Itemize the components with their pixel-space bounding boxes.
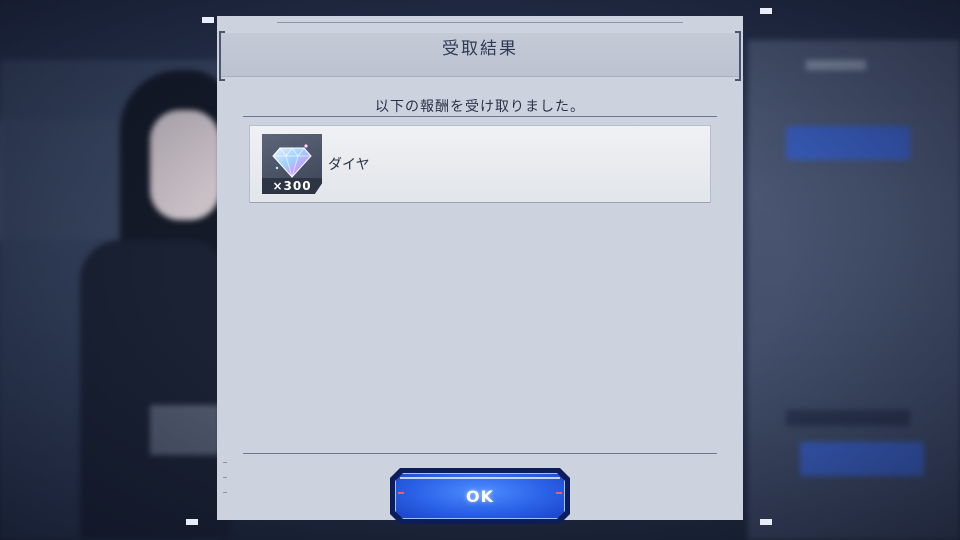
reward-item-icon[interactable]: ×300 bbox=[262, 134, 322, 194]
reward-list-item: ×300 ダイヤ bbox=[250, 126, 710, 202]
dialog-title: 受取結果 bbox=[442, 39, 518, 59]
reward-item-name: ダイヤ bbox=[328, 157, 370, 173]
divider-top bbox=[243, 116, 717, 117]
divider-bottom bbox=[243, 453, 717, 454]
ok-button-highlight bbox=[400, 477, 560, 479]
frame-corner-mark bbox=[760, 519, 772, 525]
reward-quantity: ×300 bbox=[262, 178, 322, 194]
dialog-message: 以下の報酬を受け取りました。 bbox=[375, 99, 585, 115]
side-tick-marks bbox=[223, 462, 227, 507]
frame-corner-mark bbox=[760, 8, 772, 14]
ok-button[interactable]: OK bbox=[390, 468, 570, 524]
diamond-gem-icon bbox=[272, 144, 312, 178]
ok-button-label: OK bbox=[466, 487, 494, 506]
reward-result-dialog: 受取結果 以下の報酬を受け取りました。 ×300 ダイヤ bbox=[217, 16, 743, 520]
frame-corner-mark bbox=[186, 519, 198, 525]
frame-corner-mark bbox=[202, 17, 214, 23]
dialog-top-line bbox=[277, 22, 683, 23]
